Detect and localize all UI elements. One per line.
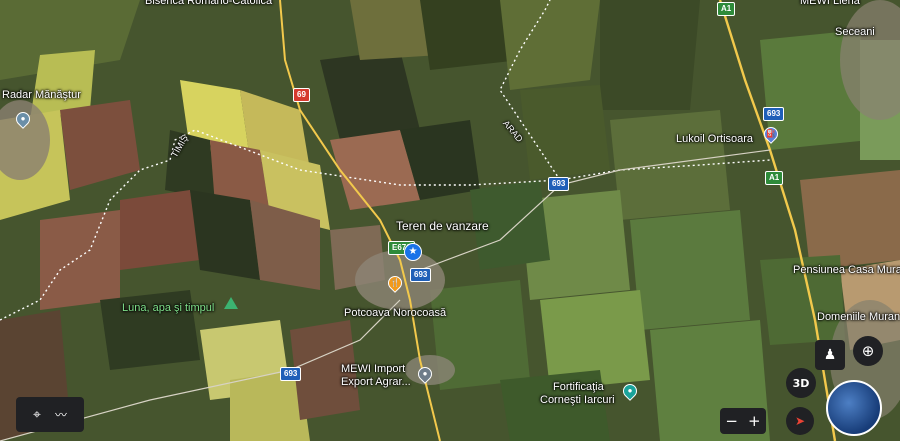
label-mewi-import-line1[interactable]: MEWI Import — [341, 363, 405, 376]
location-pin-icon[interactable]: ⌖ — [33, 407, 41, 423]
label-seceani[interactable]: Seceani — [835, 26, 875, 39]
label-mewi-top[interactable]: MEWI Liena — [800, 0, 860, 8]
terrain-line-icon[interactable]: 〰 — [55, 406, 67, 423]
globe-view-icon[interactable] — [826, 380, 882, 436]
road-shield-693-mid: 693 — [548, 177, 570, 191]
park-pin-icon[interactable] — [224, 297, 238, 309]
label-mewi-import-line2[interactable]: Export Agrar... — [341, 376, 411, 389]
label-radar[interactable]: Radar Mănăştur — [2, 89, 81, 102]
zoom-controls: − + — [720, 408, 766, 434]
label-domeniile[interactable]: Domeniile Muran — [817, 311, 900, 324]
zoom-out-button[interactable]: − — [725, 412, 738, 430]
label-luna[interactable]: Luna, apa şi timpul — [122, 302, 214, 315]
3d-button[interactable]: 3D — [786, 368, 816, 398]
compass-icon[interactable]: ➤ — [786, 407, 814, 435]
road-shield-69: 69 — [293, 88, 310, 102]
label-pensiunea[interactable]: Pensiunea Casa Muran — [793, 264, 900, 277]
layers-toggle[interactable]: ⌖ 〰 — [16, 397, 84, 432]
label-fortificatia-line2[interactable]: Corneşti Iarcuri — [540, 394, 615, 407]
street-view-pegman-icon[interactable]: ♟ — [815, 340, 845, 370]
road-shield-a1-top: A1 — [717, 2, 736, 16]
label-church[interactable]: Biserica Romano-Catolică — [145, 0, 272, 8]
label-teren[interactable]: Teren de vanzare — [396, 220, 489, 233]
road-shield-693-bottom: 693 — [280, 367, 302, 381]
zoom-in-button[interactable]: + — [748, 412, 761, 430]
my-location-icon[interactable]: ⊕ — [853, 336, 883, 366]
road-shield-693-town: 693 — [410, 268, 432, 282]
saved-star-pin-icon[interactable]: ★ — [404, 243, 422, 261]
label-potcoava[interactable]: Potcoava Norocoasă — [344, 307, 446, 320]
label-fortificatia-line1[interactable]: Fortificaţia — [553, 381, 604, 394]
road-shield-a1-mid: A1 — [765, 171, 784, 185]
label-lukoil[interactable]: Lukoil Ortisoara — [676, 133, 753, 146]
road-shield-693-lukoil: 693 — [763, 107, 785, 121]
